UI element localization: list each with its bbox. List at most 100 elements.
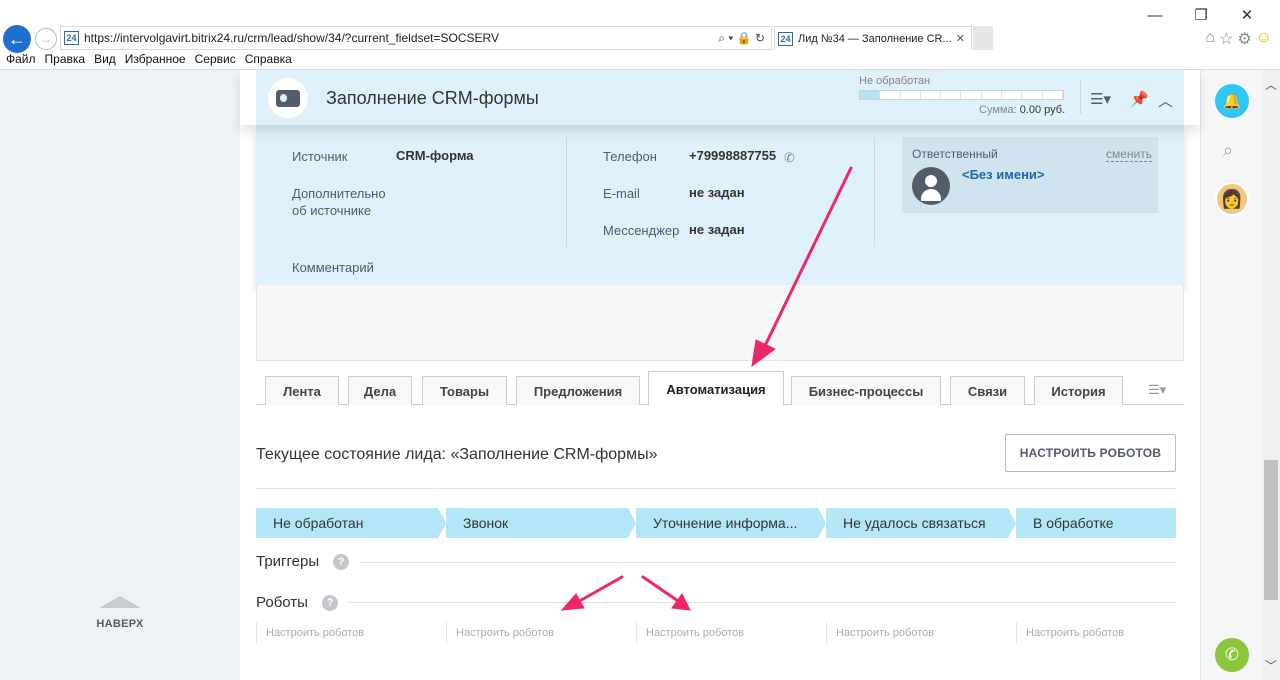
lead-details-card: Источник CRM-форма Дополнительно об исто… — [256, 125, 1184, 285]
triggers-help-icon[interactable]: ? — [333, 553, 350, 570]
stage-progress-segment — [860, 91, 881, 99]
page-scrollbar[interactable]: ︿ ﹀ — [1262, 70, 1280, 680]
extra-source-label-1: Дополнительно — [292, 186, 386, 201]
configure-robots-link[interactable]: Настроить роботов — [636, 622, 826, 644]
collapse-icon[interactable]: ︿ — [1158, 90, 1173, 111]
comment-label: Комментарий — [292, 260, 374, 275]
home-icon[interactable]: ⌂ — [1205, 29, 1215, 49]
address-bar[interactable]: 24 https://intervolgavirt.bitrix24.ru/cr… — [60, 26, 772, 50]
responsible-avatar-icon — [912, 167, 950, 205]
stage-progress-segment — [1002, 91, 1023, 99]
phone-label: Телефон — [603, 149, 657, 164]
window-controls: — ❐ ✕ — [1132, 4, 1270, 26]
right-sidebar: 🔔 ⌕ 👩 ✆ — [1200, 70, 1262, 680]
list-settings-icon[interactable]: ☰▾ — [1090, 90, 1111, 108]
triggers-label: Триггеры — [256, 553, 320, 570]
tab-history[interactable]: История — [1034, 376, 1123, 405]
section-divider — [256, 488, 1176, 489]
lead-card-icon — [268, 78, 308, 118]
stage-failed-contact[interactable]: Не удалось связаться — [826, 508, 1016, 538]
stage-progress-bar[interactable] — [859, 90, 1064, 100]
robot-columns: Настроить роботов Настроить роботов Наст… — [256, 622, 1176, 644]
settings-gear-icon[interactable]: ⚙ — [1237, 29, 1251, 49]
tab-relations[interactable]: Связи — [950, 376, 1025, 405]
email-value: не задан — [689, 185, 745, 200]
configure-robots-button[interactable]: НАСТРОИТЬ РОБОТОВ — [1005, 434, 1176, 472]
tab-products[interactable]: Товары — [422, 376, 507, 405]
robots-heading: Роботы ? — [256, 594, 338, 611]
scroll-to-top-button[interactable]: НАВЕРХ — [80, 596, 160, 630]
back-button[interactable]: ← — [3, 25, 31, 53]
change-responsible-link[interactable]: сменить — [1105, 147, 1152, 162]
browser-tab[interactable]: 24 Лид №34 — Заполнение CR... ✕ — [774, 26, 972, 50]
site-favicon-icon: 24 — [64, 31, 79, 45]
triggers-line — [360, 562, 1176, 563]
call-handset-icon[interactable]: ✆ — [784, 149, 795, 166]
tab-business-processes[interactable]: Бизнес-процессы — [791, 376, 941, 405]
address-tools[interactable]: ⌕ ▾ 🔒 ↻ — [718, 31, 771, 46]
robots-line — [349, 602, 1176, 603]
stage-progress-segment — [1043, 91, 1063, 99]
tabs-more-icon[interactable]: ☰▾ — [1148, 382, 1166, 398]
feedback-smiley-icon[interactable]: ☺ — [1256, 29, 1272, 49]
tab-automation[interactable]: Автоматизация — [648, 371, 784, 406]
menu-tools[interactable]: Сервис — [195, 52, 236, 70]
configure-robots-link[interactable]: Настроить роботов — [1016, 622, 1176, 644]
browser-toolbar-icons: ⌂ ☆ ⚙ ☺ — [1205, 29, 1272, 49]
stage-not-processed[interactable]: Не обработан — [256, 508, 446, 538]
header-divider — [1080, 80, 1081, 114]
minimize-button[interactable]: — — [1132, 4, 1178, 26]
stage-label: Не обработан — [859, 75, 931, 87]
responsible-name[interactable]: <Без имени> — [962, 167, 1045, 182]
triggers-heading: Триггеры ? — [256, 553, 350, 570]
menu-view[interactable]: Вид — [94, 52, 116, 70]
menu-bar: Файл Правка Вид Избранное Сервис Справка — [0, 52, 292, 70]
stage-progress-segment — [961, 91, 982, 99]
stage-progress-segment — [921, 91, 942, 99]
menu-edit[interactable]: Правка — [45, 52, 86, 70]
stage-call[interactable]: Звонок — [446, 508, 636, 538]
menu-help[interactable]: Справка — [245, 52, 292, 70]
pin-icon[interactable]: 📌 — [1130, 90, 1149, 108]
favorites-star-icon[interactable]: ☆ — [1219, 29, 1233, 49]
menu-file[interactable]: Файл — [6, 52, 36, 70]
to-top-label: НАВЕРХ — [96, 618, 144, 630]
sum-value: 0.00 руб. — [1019, 104, 1066, 116]
phone-call-icon[interactable]: ✆ — [1215, 638, 1249, 672]
menu-favorites[interactable]: Избранное — [125, 52, 186, 70]
stage-clarification[interactable]: Уточнение информа... — [636, 508, 826, 538]
tab-activities[interactable]: Дела — [348, 376, 412, 405]
arrow-up-icon — [99, 596, 141, 608]
tab-feed[interactable]: Лента — [265, 376, 339, 405]
stage-progress-segment — [880, 91, 901, 99]
scrollbar-thumb[interactable] — [1264, 460, 1278, 600]
close-window-button[interactable]: ✕ — [1224, 4, 1270, 26]
stage-in-progress[interactable]: В обработке — [1016, 508, 1176, 538]
stage-progress-segment — [982, 91, 1003, 99]
configure-robots-link[interactable]: Настроить роботов — [256, 622, 446, 644]
search-icon[interactable]: ⌕ — [1223, 140, 1233, 161]
stage-progress-segment — [941, 91, 962, 99]
configure-robots-link[interactable]: Настроить роботов — [446, 622, 636, 644]
responsible-label: Ответственный — [912, 147, 998, 161]
scroll-down-icon[interactable]: ﹀ — [1265, 657, 1277, 674]
lead-header: Заполнение CRM-формы Не обработан Сумма:… — [240, 70, 1200, 125]
robots-help-icon[interactable]: ? — [321, 594, 338, 611]
sum-label: Сумма: — [979, 104, 1017, 116]
messenger-label: Мессенджер — [603, 223, 680, 238]
scroll-up-icon[interactable]: ︿ — [1265, 76, 1277, 93]
restore-button[interactable]: ❐ — [1178, 4, 1224, 26]
tab-favicon-icon: 24 — [778, 31, 793, 46]
forward-button[interactable]: → — [35, 28, 57, 50]
url-text[interactable]: https://intervolgavirt.bitrix24.ru/crm/l… — [84, 31, 718, 45]
configure-robots-link[interactable]: Настроить роботов — [826, 622, 1016, 644]
sum-block: Сумма: 0.00 руб. — [979, 104, 1065, 116]
notifications-bell-icon[interactable]: 🔔 — [1215, 84, 1249, 118]
email-label: E-mail — [603, 186, 640, 201]
tab-quotes[interactable]: Предложения — [516, 376, 640, 405]
new-tab-button[interactable] — [973, 26, 993, 50]
phone-value[interactable]: +79998887755 — [689, 148, 776, 163]
user-avatar[interactable]: 👩 — [1215, 182, 1249, 216]
responsible-block: Ответственный сменить <Без имени> — [902, 137, 1158, 213]
tab-close-icon[interactable]: ✕ — [956, 32, 965, 45]
